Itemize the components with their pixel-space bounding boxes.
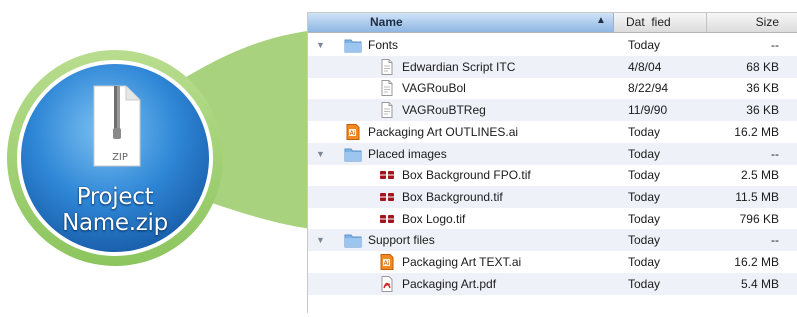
folder-icon: [344, 37, 362, 53]
file-name: Placed images: [368, 146, 447, 161]
disclosure-triangle-icon[interactable]: ▼: [316, 143, 325, 165]
file-name: Support files: [368, 233, 435, 248]
file-size: 2.5 MB: [740, 168, 779, 183]
name-column-header[interactable]: Name ▲: [308, 13, 614, 32]
tiff-image-icon: [378, 211, 396, 227]
file-row[interactable]: ▼ Fonts Today --: [308, 34, 797, 56]
file-date-modified: Today: [628, 276, 661, 291]
file-name: Box Logo.tif: [402, 211, 466, 226]
archive-filename-line1: Project: [76, 184, 154, 210]
file-name: VAGRouBol: [402, 81, 466, 96]
file-row[interactable]: Ai Packaging Art TEXT.ai Today 16.2 MB: [308, 251, 797, 273]
file-name: Fonts: [368, 38, 399, 52]
file-row[interactable]: VAGRouBol 8/22/94 36 KB: [308, 77, 797, 99]
tiff-image-icon: [378, 167, 396, 183]
file-date-modified: 8/22/94: [628, 81, 669, 96]
file-name: Box Background.tif: [402, 189, 503, 204]
file-date-modified: Today: [628, 211, 661, 226]
file-row[interactable]: ▼ Placed images Today --: [308, 142, 797, 165]
file-date-modified: Today: [628, 146, 661, 161]
file-row[interactable]: Box Background FPO.tif Today 2.5 MB: [308, 164, 797, 186]
archive-filename-line2: Name.zip: [62, 210, 168, 236]
file-date-modified: 4/8/04: [628, 59, 662, 74]
svg-text:Ai: Ai: [384, 260, 390, 267]
document-icon: [378, 58, 396, 75]
file-name: VAGRouBTReg: [402, 103, 486, 118]
file-size: 16.2 MB: [734, 255, 779, 269]
date-modified-column-label: Dat fied: [626, 15, 671, 29]
folder-icon: [344, 146, 362, 162]
document-icon: [378, 102, 396, 119]
file-name: Packaging Art TEXT.ai: [402, 255, 522, 269]
illustrator-file-icon: Ai: [378, 254, 396, 270]
svg-text:Ai: Ai: [350, 130, 356, 137]
file-row[interactable]: Box Logo.tif Today 796 KB: [308, 208, 797, 230]
file-row[interactable]: Ai Packaging Art OUTLINES.ai Today 16.2 MB: [308, 121, 797, 143]
name-column-label: Name: [370, 15, 403, 29]
file-row[interactable]: VAGRouBTReg 11/9/90 36 KB: [308, 99, 797, 122]
file-size: 16.2 MB: [734, 124, 779, 139]
zip-badge-label: ZIP: [112, 152, 128, 163]
file-date-modified: Today: [628, 168, 661, 183]
file-row[interactable]: Box Background.tif Today 11.5 MB: [308, 185, 797, 208]
file-date-modified: Today: [628, 189, 661, 204]
pdf-file-icon: [378, 275, 396, 292]
file-date-modified: Today: [628, 255, 661, 269]
file-name: Box Background FPO.tif: [402, 168, 531, 183]
sort-ascending-icon: ▲: [596, 15, 606, 26]
file-size: 796 KB: [739, 211, 779, 226]
file-size: --: [771, 233, 779, 248]
file-size: --: [771, 38, 779, 52]
file-date-modified: Today: [628, 233, 661, 248]
file-date-modified: Today: [628, 38, 661, 52]
file-size: --: [771, 146, 779, 161]
file-size: 68 KB: [746, 59, 779, 74]
date-modified-column-header[interactable]: Dat fied: [614, 13, 707, 32]
tiff-image-icon: [378, 189, 396, 205]
file-date-modified: 11/9/90: [628, 103, 668, 118]
finder-list-view: Name ▲ Dat fied Size ▼ Fonts Today -- Edward…: [307, 12, 797, 313]
file-size: 36 KB: [746, 103, 779, 118]
archive-filename[interactable]: Project Name.zip: [40, 184, 190, 236]
file-name: Packaging Art.pdf: [402, 276, 497, 291]
file-name: Packaging Art OUTLINES.ai: [368, 124, 519, 139]
file-name: Edwardian Script ITC: [402, 59, 516, 74]
document-icon: [378, 80, 396, 97]
file-date-modified: Today: [628, 124, 661, 139]
file-size: 11.5 MB: [735, 189, 779, 204]
disclosure-triangle-icon[interactable]: ▼: [316, 34, 325, 56]
file-row[interactable]: Packaging Art.pdf Today 5.4 MB: [308, 272, 797, 295]
file-size: 36 KB: [746, 81, 779, 96]
disclosure-triangle-icon[interactable]: ▼: [316, 229, 325, 251]
illustrator-file-icon: Ai: [344, 123, 362, 140]
folder-icon: [344, 232, 362, 248]
size-column-header[interactable]: Size: [756, 15, 779, 29]
file-row[interactable]: Edwardian Script ITC 4/8/04 68 KB: [308, 55, 797, 78]
column-header: Name ▲ Dat fied Size: [308, 13, 797, 33]
file-row[interactable]: ▼ Support files Today --: [308, 229, 797, 252]
file-size: 5.4 MB: [740, 276, 779, 291]
